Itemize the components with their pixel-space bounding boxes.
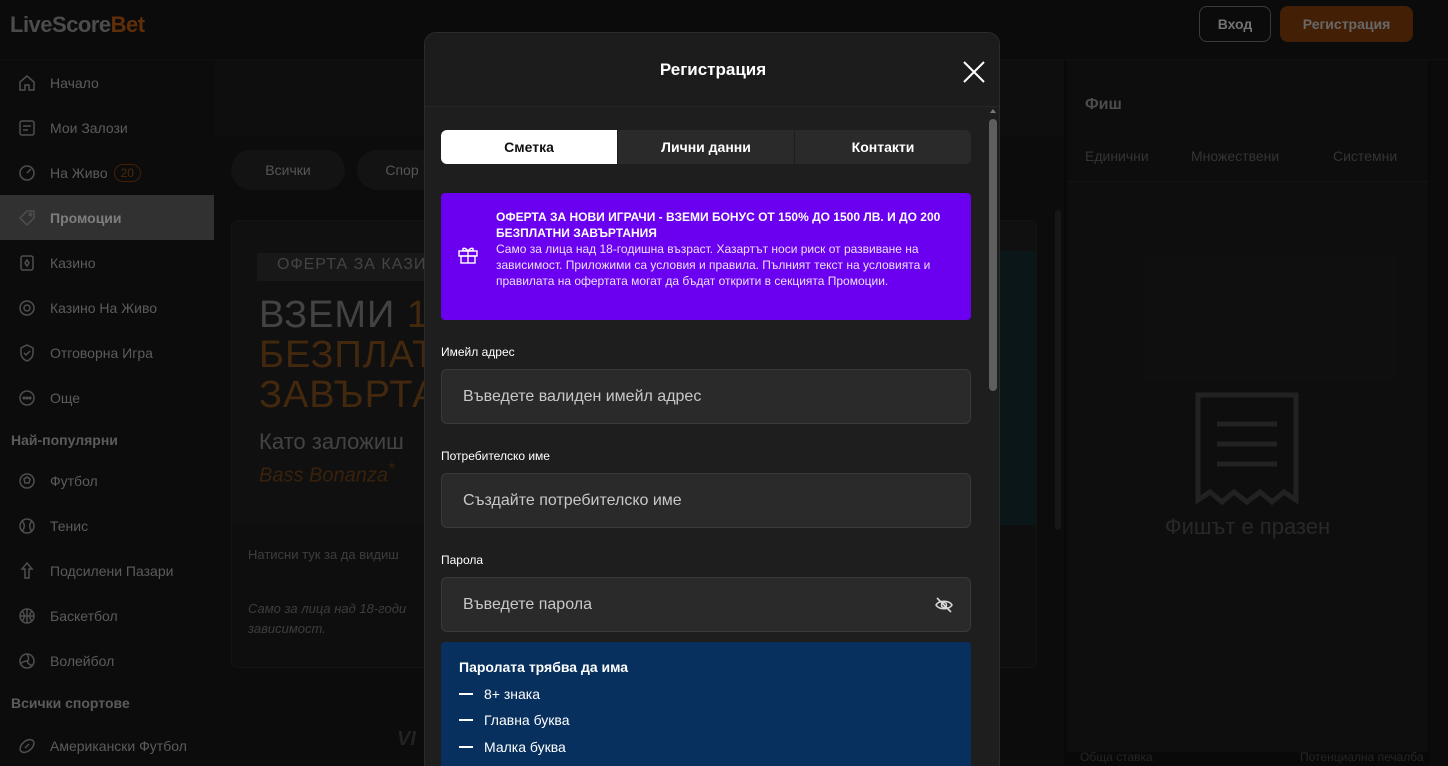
dash-icon bbox=[459, 746, 473, 748]
close-icon[interactable] bbox=[961, 59, 987, 85]
registration-modal: Регистрация Сметка Лични данни Контакти … bbox=[424, 32, 1000, 766]
password-requirements-title: Паролата трябва да има bbox=[459, 659, 629, 675]
email-field[interactable] bbox=[442, 370, 970, 423]
modal-body: Сметка Лични данни Контакти ОФЕРТА ЗА НО… bbox=[425, 107, 999, 766]
eye-off-icon[interactable] bbox=[934, 596, 954, 614]
tab-contacts[interactable]: Контакти bbox=[795, 130, 971, 164]
welcome-offer-banner: ОФЕРТА ЗА НОВИ ИГРАЧИ - ВЗЕМИ БОНУС ОТ 1… bbox=[441, 193, 971, 320]
username-field-box bbox=[441, 473, 971, 528]
password-field[interactable] bbox=[442, 578, 970, 631]
tab-account[interactable]: Сметка bbox=[441, 130, 618, 164]
password-rule: Малка буква bbox=[459, 739, 566, 755]
username-label: Потребителско име bbox=[441, 449, 550, 463]
email-field-box bbox=[441, 369, 971, 424]
password-rule: Главна буква bbox=[459, 712, 570, 728]
registration-steps-tabs: Сметка Лични данни Контакти bbox=[441, 130, 971, 164]
password-requirements: Паролата трябва да има 8+ знака Главна б… bbox=[441, 642, 971, 766]
modal-scrollbar-thumb[interactable] bbox=[989, 119, 997, 391]
dash-icon bbox=[459, 693, 473, 695]
offer-text: Само за лица над 18-годишна възраст. Хаз… bbox=[496, 242, 931, 288]
tab-personal-data[interactable]: Лични данни bbox=[618, 130, 795, 164]
gift-icon bbox=[457, 243, 479, 265]
email-label: Имейл адрес bbox=[441, 345, 515, 359]
password-rule: 8+ знака bbox=[459, 686, 540, 702]
dash-icon bbox=[459, 719, 473, 721]
password-field-box bbox=[441, 577, 971, 632]
offer-title: ОФЕРТА ЗА НОВИ ИГРАЧИ - ВЗЕМИ БОНУС ОТ 1… bbox=[496, 210, 941, 240]
modal-title: Регистрация bbox=[659, 60, 767, 79]
password-label: Парола bbox=[441, 553, 484, 567]
scroll-up-arrow-icon[interactable] bbox=[990, 109, 996, 113]
username-field[interactable] bbox=[442, 474, 970, 527]
modal-header: Регистрация bbox=[425, 33, 999, 107]
